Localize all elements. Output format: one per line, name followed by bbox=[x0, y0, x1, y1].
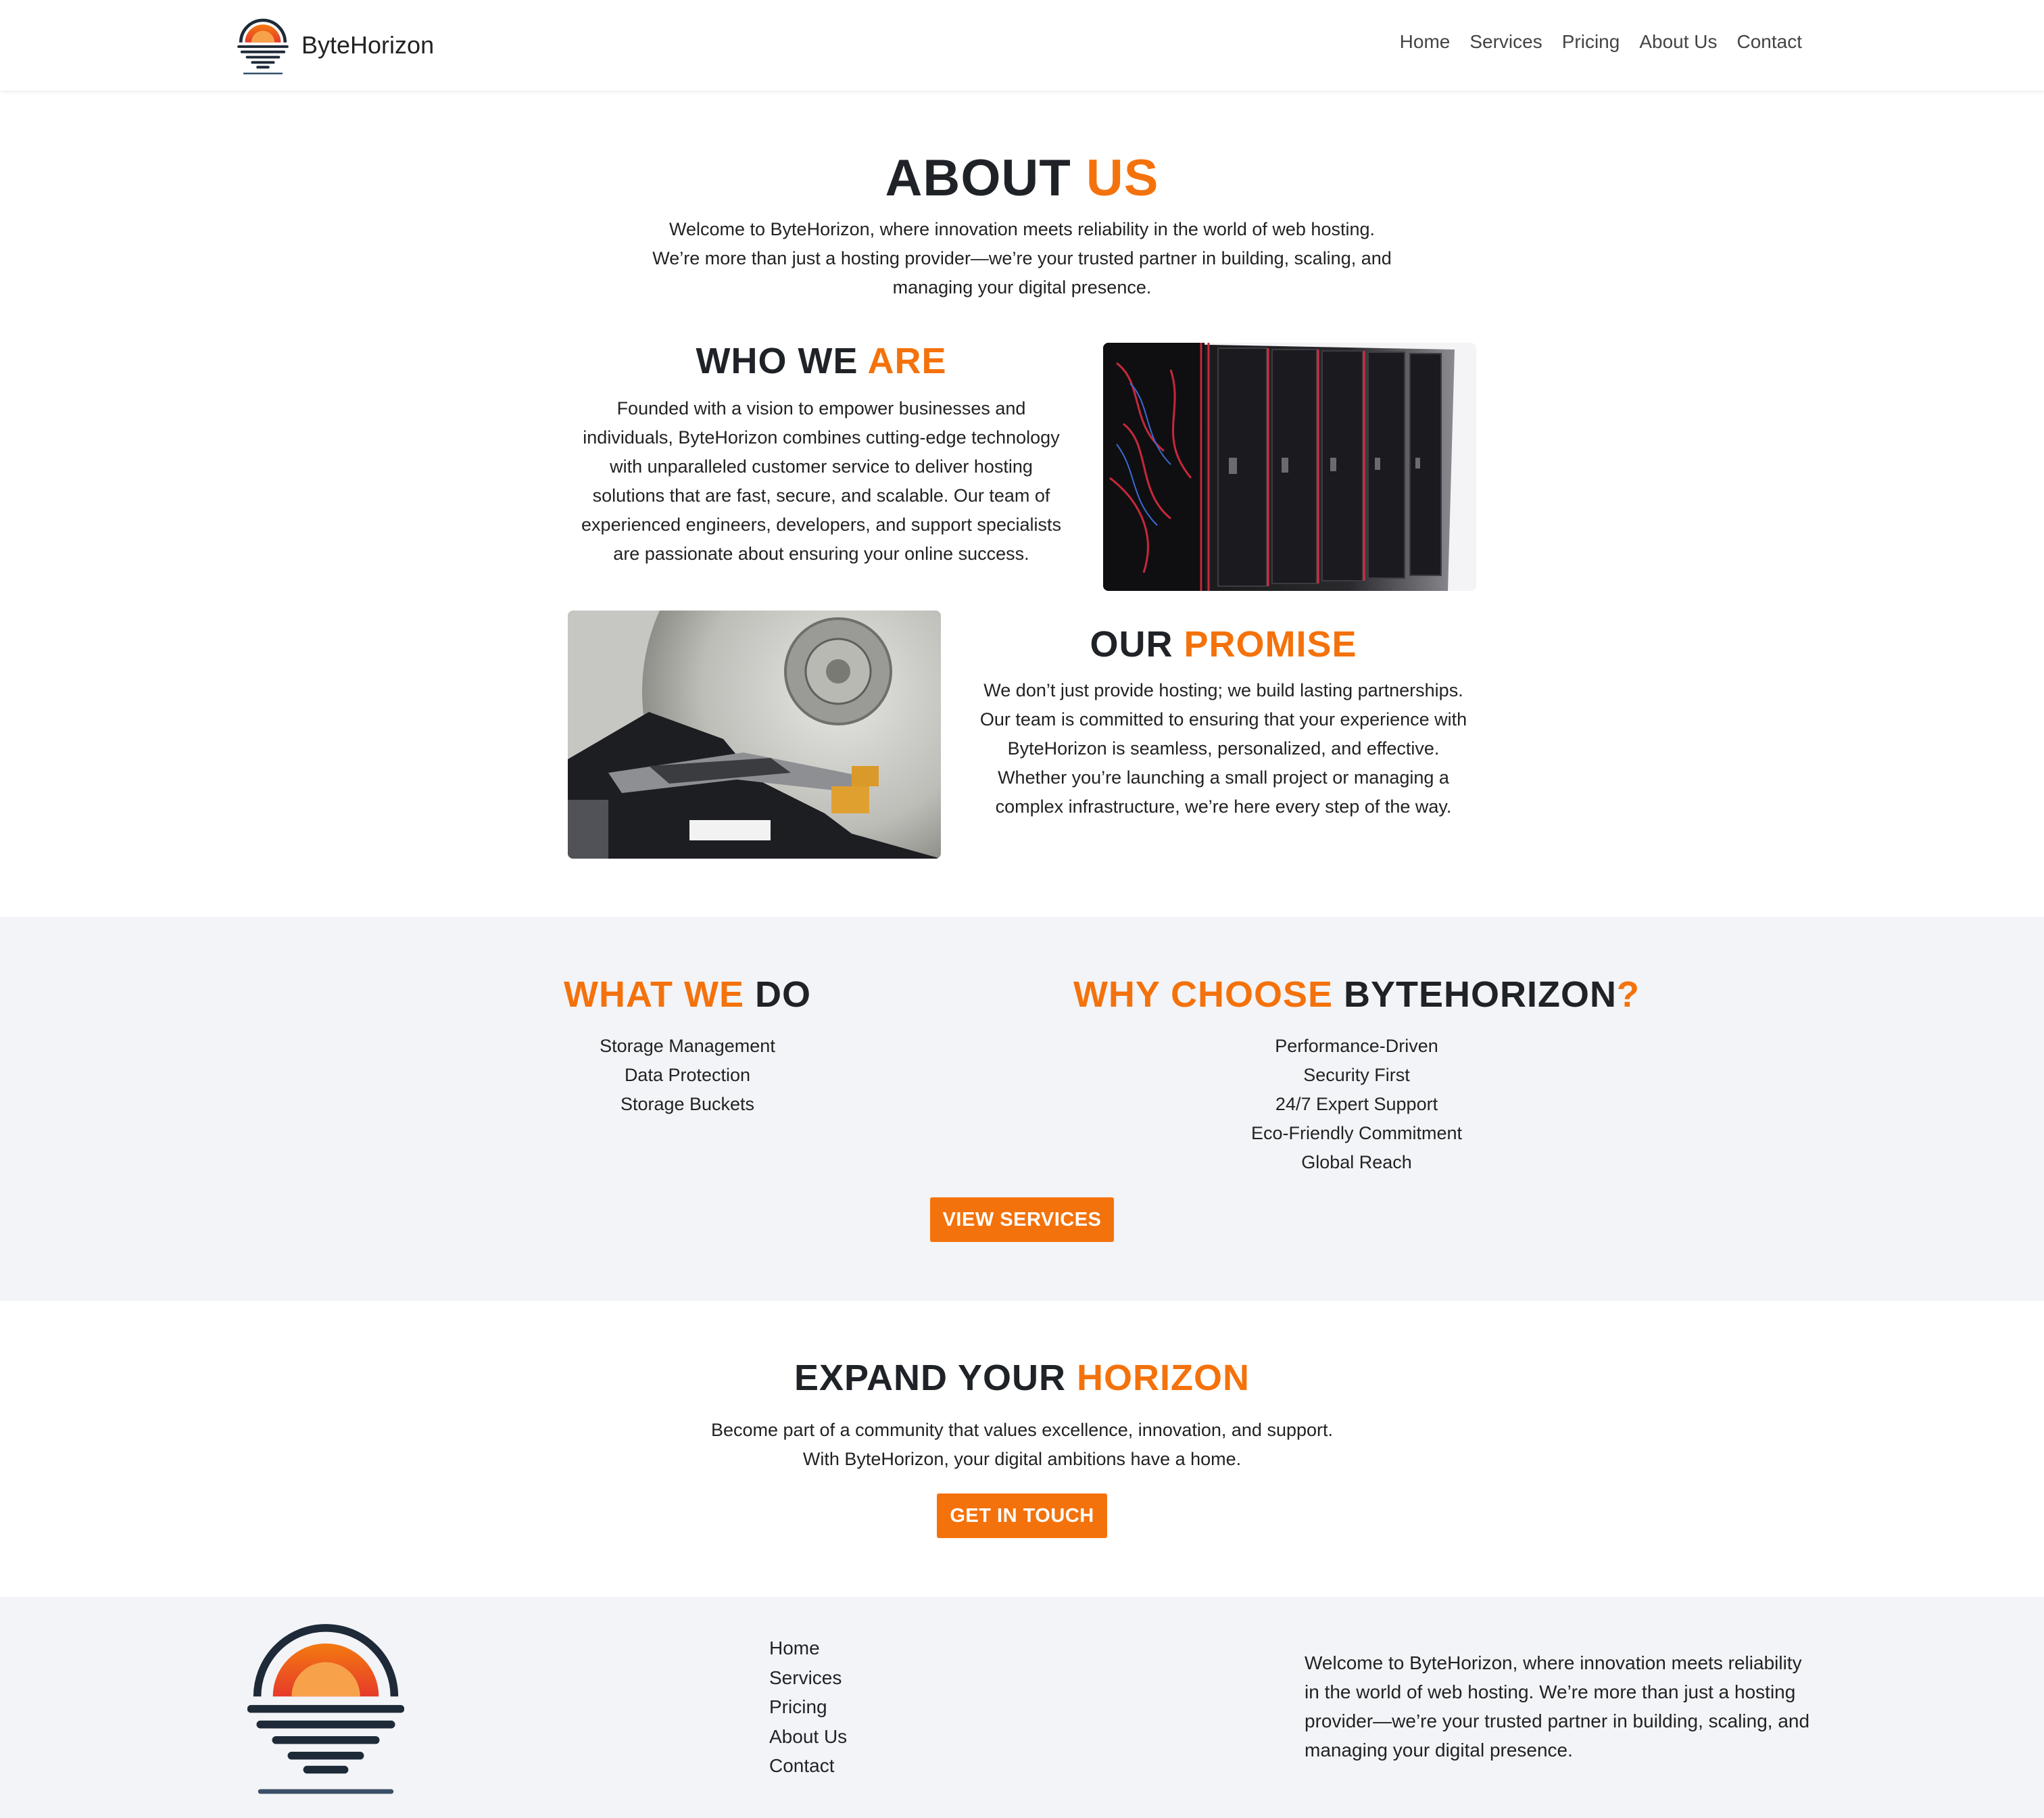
wwd-title-part-2: DO bbox=[754, 974, 811, 1015]
footer-link-contact[interactable]: Contact bbox=[769, 1751, 847, 1781]
nav-contact[interactable]: Contact bbox=[1737, 31, 1803, 53]
who-text-line: with unparalleled customer service to de… bbox=[610, 456, 1033, 477]
about-intro: Welcome to ByteHorizon, where innovation… bbox=[630, 215, 1414, 302]
list-item: Global Reach bbox=[1301, 1152, 1412, 1172]
about-intro-line: managing your digital presence. bbox=[892, 277, 1152, 297]
who-text-line: are passionate about ensuring your onlin… bbox=[613, 544, 1029, 564]
footer-nav: Home Services Pricing About Us Contact bbox=[769, 1633, 847, 1781]
about-intro-line: We’re more than just a hosting provider—… bbox=[652, 248, 1392, 268]
our-promise-title: OUR PROMISE bbox=[967, 623, 1480, 665]
what-we-do-list: Storage Management Data Protection Stora… bbox=[473, 1032, 902, 1119]
expand-title-part-1: EXPAND YOUR bbox=[794, 1358, 1077, 1398]
who-text-line: Founded with a vision to empower busines… bbox=[616, 398, 1026, 418]
list-item: Eco-Friendly Commitment bbox=[1250, 1123, 1463, 1143]
promise-text-line: Our team is committed to ensuring that y… bbox=[979, 709, 1467, 729]
get-in-touch-button[interactable]: GET IN TOUCH bbox=[937, 1493, 1107, 1538]
list-item: Security First bbox=[1303, 1065, 1410, 1085]
view-services-button[interactable]: VIEW SERVICES bbox=[930, 1197, 1114, 1242]
footer-text-line: managing your digital presence. bbox=[1305, 1740, 1573, 1761]
why-title-part-3: ? bbox=[1617, 974, 1640, 1015]
footer-text-line: Welcome to ByteHorizon, where innovation… bbox=[1305, 1652, 1802, 1673]
footer-text-line: provider—we’re your trusted partner in b… bbox=[1305, 1711, 1810, 1731]
who-text-line: solutions that are fast, secure, and sca… bbox=[592, 485, 1050, 506]
promise-text-line: complex infrastructure, we’re here every… bbox=[995, 796, 1452, 817]
wwd-title-part-1: WHAT WE bbox=[564, 974, 755, 1015]
about-title-part-1: ABOUT bbox=[885, 149, 1086, 207]
promise-title-part-1: OUR bbox=[1090, 624, 1184, 665]
footer-link-services[interactable]: Services bbox=[769, 1663, 847, 1693]
footer-link-about-us[interactable]: About Us bbox=[769, 1722, 847, 1752]
who-text-line: individuals, ByteHorizon combines cuttin… bbox=[583, 427, 1060, 448]
promise-text-line: We don’t just provide hosting; we build … bbox=[983, 680, 1463, 700]
list-item: Storage Management bbox=[600, 1036, 775, 1056]
list-item: Storage Buckets bbox=[620, 1094, 755, 1114]
footer-link-pricing[interactable]: Pricing bbox=[769, 1692, 847, 1722]
expand-title-part-2: HORIZON bbox=[1077, 1358, 1250, 1398]
expand-horizon-title: EXPAND YOUR HORIZON bbox=[0, 1357, 2044, 1399]
list-item: Data Protection bbox=[624, 1065, 751, 1085]
brand[interactable]: ByteHorizon bbox=[237, 15, 434, 76]
nav-about-us[interactable]: About Us bbox=[1639, 31, 1717, 53]
list-item: Performance-Driven bbox=[1275, 1036, 1438, 1056]
main-nav: Home Services Pricing About Us Contact bbox=[1400, 31, 1802, 53]
promise-text-line: Whether you’re launching a small project… bbox=[998, 767, 1449, 788]
why-title-part-2: BYTEHORIZON bbox=[1344, 974, 1617, 1015]
who-text-line: experienced engineers, developers, and s… bbox=[581, 515, 1061, 535]
expand-text-line: With ByteHorizon, your digital ambitions… bbox=[802, 1449, 1242, 1469]
promise-text-line: ByteHorizon is seamless, personalized, a… bbox=[1007, 738, 1440, 759]
list-item: 24/7 Expert Support bbox=[1275, 1094, 1438, 1114]
why-choose-title: WHY CHOOSE BYTEHORIZON? bbox=[1014, 974, 1699, 1015]
why-choose-list: Performance-Driven Security First 24/7 E… bbox=[1014, 1032, 1699, 1177]
nav-pricing[interactable]: Pricing bbox=[1562, 31, 1620, 53]
byte-horizon-logo-icon bbox=[237, 18, 289, 74]
promise-title-part-2: PROMISE bbox=[1184, 624, 1357, 665]
hard-drive-image bbox=[568, 611, 941, 859]
footer-text-line: in the world of web hosting. We’re more … bbox=[1305, 1681, 1796, 1702]
who-title-part-1: WHO WE bbox=[696, 341, 868, 381]
why-title-part-1: WHY CHOOSE bbox=[1073, 974, 1344, 1015]
who-we-are-title: WHO WE ARE bbox=[568, 340, 1075, 382]
nav-home[interactable]: Home bbox=[1400, 31, 1451, 53]
about-title: ABOUT US bbox=[0, 149, 2044, 208]
server-rack-image bbox=[1103, 343, 1476, 591]
our-promise-text: We don’t just provide hosting; we build … bbox=[967, 676, 1480, 821]
expand-text-line: Become part of a community that values e… bbox=[710, 1420, 1334, 1440]
site-header: ByteHorizon Home Services Pricing About … bbox=[0, 0, 2044, 91]
expand-horizon-text: Become part of a community that values e… bbox=[608, 1416, 1436, 1474]
who-title-part-2: ARE bbox=[867, 341, 947, 381]
footer-description: Welcome to ByteHorizon, where innovation… bbox=[1305, 1648, 1818, 1765]
byte-horizon-logo-icon bbox=[247, 1624, 404, 1794]
about-title-part-2: US bbox=[1086, 149, 1159, 207]
what-we-do-title: WHAT WE DO bbox=[473, 974, 902, 1015]
nav-services[interactable]: Services bbox=[1469, 31, 1542, 53]
who-we-are-text: Founded with a vision to empower busines… bbox=[568, 394, 1075, 569]
footer-link-home[interactable]: Home bbox=[769, 1633, 847, 1663]
about-intro-line: Welcome to ByteHorizon, where innovation… bbox=[668, 219, 1375, 239]
brand-name: ByteHorizon bbox=[301, 31, 435, 59]
